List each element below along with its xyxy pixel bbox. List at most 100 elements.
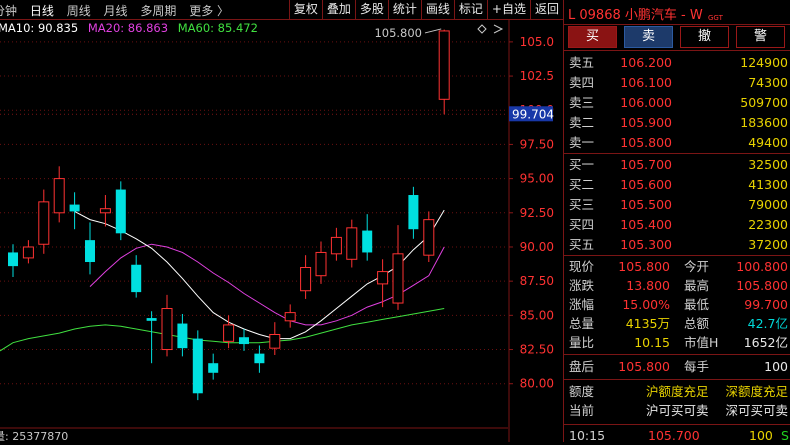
quote-row: 量比 10.15 市值H 1652亿 [564, 333, 790, 352]
tab-weekly[interactable]: 周线 [67, 4, 91, 18]
trade-buttons: 买 卖 撤 警 [568, 26, 785, 48]
ratio-label: 量比 [569, 335, 595, 350]
candle-body [161, 308, 173, 351]
chart-toolbar: 分钟 日线 周线 月线 多周期 更多 〉 复权 叠加 多股 统计 画线 标记 +… [0, 0, 563, 20]
level-price: 106.100 [620, 75, 672, 90]
tick-label: 92.50 [520, 206, 554, 220]
level-volume: 79000 [748, 197, 788, 212]
level-label: 卖二 [569, 115, 595, 130]
level-price: 106.000 [620, 95, 672, 110]
statistics-button[interactable]: 统计 [387, 0, 421, 19]
tick-side: S [781, 428, 789, 443]
candle-body [315, 251, 327, 277]
level-volume: 49400 [748, 135, 788, 150]
level-price: 105.700 [620, 157, 672, 172]
tab-daily[interactable]: 日线 [30, 4, 54, 18]
draw-line-button[interactable]: 画线 [420, 0, 454, 19]
level-volume: 32500 [748, 157, 788, 172]
level-label: 买五 [569, 237, 595, 252]
tick-time: 10:15 [569, 428, 606, 443]
lot-label: 每手 [684, 359, 710, 374]
pct-value: 15.00% [622, 297, 670, 312]
open-price: 100.800 [736, 259, 788, 274]
back-button[interactable]: 返回 [529, 0, 563, 19]
candle-body [239, 337, 249, 345]
after-hours-row: 盘后 105.800 每手 100 [564, 357, 790, 376]
status-row: 当前 沪可买可卖 深可买可卖 [564, 401, 790, 420]
tick-label: 102.5 [520, 69, 554, 83]
candle-body [208, 363, 219, 373]
scroll-right-icon [493, 24, 504, 34]
bid-row[interactable]: 买四 105.400 22300 [564, 215, 790, 235]
quote-row: 涨幅 15.00% 最低 99.700 [564, 295, 790, 314]
ask-row[interactable]: 卖二 105.900 183600 [564, 113, 790, 133]
candle-body [330, 236, 342, 255]
ask-row[interactable]: 卖一 105.800 49400 [564, 133, 790, 153]
buy-button[interactable]: 买 [568, 26, 617, 48]
mktcap-value: 1652亿 [743, 335, 788, 350]
tick-label: 90.00 [520, 240, 554, 254]
bid-row[interactable]: 买二 105.600 41300 [564, 175, 790, 195]
bid-row[interactable]: 买三 105.500 79000 [564, 195, 790, 215]
level-volume: 124900 [740, 55, 788, 70]
level-label: 买三 [569, 197, 595, 212]
ask-row[interactable]: 卖五 106.200 124900 [564, 53, 790, 73]
change-label: 涨跌 [569, 278, 595, 293]
bid-row[interactable]: 买一 105.700 32500 [564, 155, 790, 175]
change-value: 13.800 [626, 278, 670, 293]
tick-label: 97.50 [520, 137, 554, 151]
tab-multi-period[interactable]: 多周期 [140, 4, 176, 18]
ma60-line [0, 308, 445, 352]
cancel-order-button[interactable]: 撤 [680, 26, 729, 48]
prepost-price: 105.800 [618, 359, 670, 374]
amount-label: 总额 [684, 316, 710, 331]
ma20-line [89, 243, 445, 326]
level-price: 105.500 [620, 197, 672, 212]
current-price-label: 99.704 [512, 107, 554, 121]
sell-button[interactable]: 卖 [624, 26, 673, 48]
quota-row: 额度 沪额度充足 深额度充足 [564, 382, 790, 401]
adjust-button[interactable]: 复权 [288, 0, 322, 19]
tick-label: 82.50 [520, 343, 554, 357]
tab-minute[interactable]: 分钟 [0, 4, 17, 18]
level-price: 105.400 [620, 217, 672, 232]
add-watchlist-button[interactable]: +自选 [486, 0, 530, 19]
tab-more[interactable]: 更多 〉 [189, 4, 229, 18]
level-label: 买四 [569, 217, 595, 232]
candle-body [254, 353, 265, 364]
candle-body [362, 230, 373, 253]
overlay-button[interactable]: 叠加 [321, 0, 355, 19]
candle-body [53, 178, 65, 214]
high-price: 105.800 [736, 278, 788, 293]
tick-row: 10:15 105.700 100 S [564, 426, 790, 445]
alert-button[interactable]: 警 [736, 26, 785, 48]
bid-row[interactable]: 买五 105.300 37200 [564, 235, 790, 255]
period-tabs: 分钟 日线 周线 月线 多周期 更多 〉 [0, 2, 238, 19]
tick-label: 95.00 [520, 172, 554, 186]
current-label: 现价 [569, 259, 595, 274]
multi-stock-button[interactable]: 多股 [354, 0, 388, 19]
amount-value: 42.7亿 [747, 316, 788, 331]
volume-label: 量: 25377870 [0, 430, 68, 442]
high-label: 最高 [684, 278, 710, 293]
candlestick-chart[interactable]: 105.0102.5100.097.5095.0092.5090.0087.50… [0, 20, 563, 442]
candle-body [192, 338, 203, 394]
candle-body [99, 208, 111, 214]
lot-value: 100 [764, 359, 788, 374]
mark-button[interactable]: 标记 [453, 0, 487, 19]
candle-body [423, 219, 435, 256]
ask-row[interactable]: 卖三 106.000 509700 [564, 93, 790, 113]
level-volume: 74300 [748, 75, 788, 90]
candles [8, 29, 450, 401]
candle-body [177, 323, 188, 349]
ask-row[interactable]: 卖四 106.100 74300 [564, 73, 790, 93]
tick-price: 105.700 [648, 428, 700, 443]
level-price: 105.600 [620, 177, 672, 192]
price-axis: 105.0102.5100.097.5095.0092.5090.0087.50… [509, 35, 554, 391]
level-volume: 509700 [740, 95, 788, 110]
tab-monthly[interactable]: 月线 [104, 4, 128, 18]
candle-body [377, 271, 389, 285]
volume-area: 量: 25377870 [0, 427, 508, 442]
level-label: 卖一 [569, 135, 595, 150]
candle-body [438, 30, 450, 100]
